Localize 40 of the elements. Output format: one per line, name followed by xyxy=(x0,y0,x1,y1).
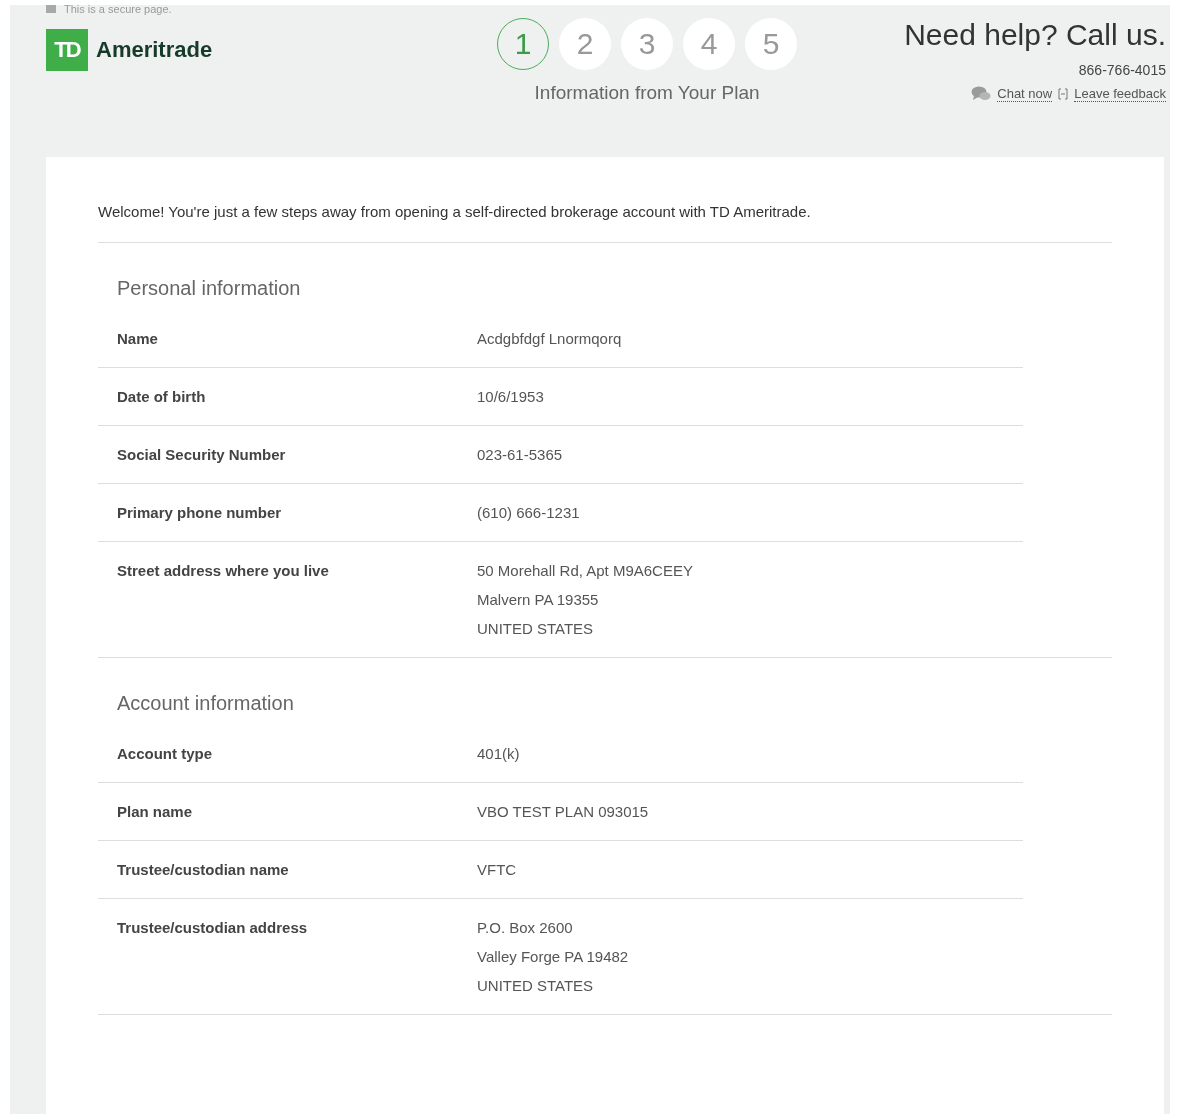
leave-feedback-link[interactable]: Leave feedback xyxy=(1074,86,1166,102)
logo-mark: TD xyxy=(46,29,88,71)
field-label: Trustee/custodian name xyxy=(117,861,290,878)
field-label: Primary phone number xyxy=(117,504,283,521)
section-title: Account information xyxy=(116,691,295,716)
field-label: Date of birth xyxy=(117,388,207,405)
field-value: VBO TEST PLAN 093015 xyxy=(477,803,649,820)
welcome-text: Welcome! You're just a few steps away from opening a self-directed brokerage account with TD Ameritrade. xyxy=(98,203,1112,243)
field-value: 10/6/1953 xyxy=(477,388,544,405)
field-value: 023-61-5365 xyxy=(477,446,563,463)
chat-now-link[interactable]: Chat now xyxy=(997,86,1053,102)
section-title: Personal information xyxy=(116,276,302,301)
chat-bubbles-icon xyxy=(971,86,992,102)
feedback-icon xyxy=(1058,88,1069,100)
field-label: Plan name xyxy=(117,803,194,820)
field-value: 401(k) xyxy=(477,745,520,762)
field-label: Social Security Number xyxy=(117,446,287,463)
field-value: (610) 666-1231 xyxy=(477,504,580,521)
step-indicator: 3 xyxy=(621,18,674,70)
step-indicator: 4 xyxy=(683,18,736,70)
field-value: Malvern PA 19355 xyxy=(477,591,600,608)
field-value: UNITED STATES xyxy=(477,977,595,994)
secure-note: This is a secure page. xyxy=(64,5,172,15)
step-title: Information from Your Plan xyxy=(534,82,760,104)
field-label: Trustee/custodian address xyxy=(117,919,309,938)
help-title: Need help? Call us. xyxy=(904,18,1166,52)
field-value: UNITED STATES xyxy=(477,620,595,637)
field-label: Account type xyxy=(117,745,213,762)
field-value: Valley Forge PA 19482 xyxy=(477,948,629,965)
lock-icon xyxy=(46,5,56,13)
field-value: 50 Morehall Rd, Apt M9A6CEEY xyxy=(477,562,693,579)
field-label: Name xyxy=(117,330,159,347)
field-label: Street address where you live xyxy=(117,562,330,581)
phone-number: 866-766-4015 xyxy=(1078,62,1166,78)
field-value: VFTC xyxy=(477,861,517,878)
step-indicator: 5 xyxy=(745,18,798,70)
logo-name: Ameritrade xyxy=(96,37,213,63)
field-value: Acdgbfdgf Lnormqorq xyxy=(477,330,622,347)
step-indicator: 2 xyxy=(559,18,612,70)
field-value: P.O. Box 2600 xyxy=(477,919,574,936)
